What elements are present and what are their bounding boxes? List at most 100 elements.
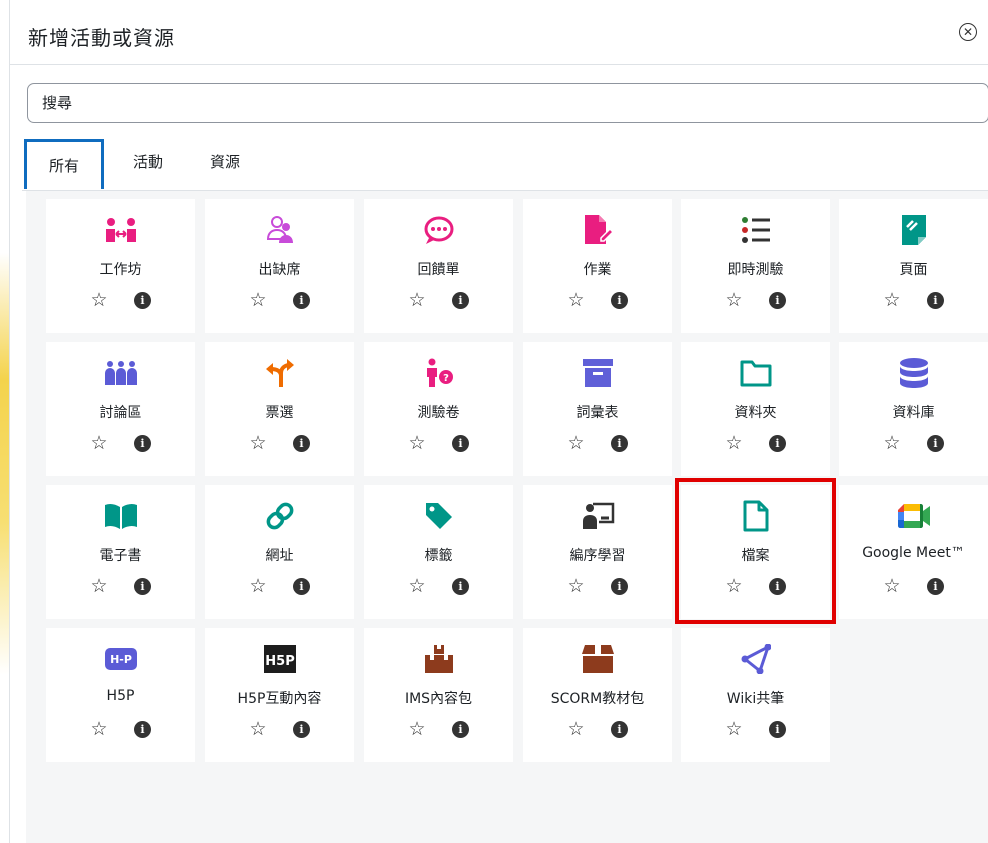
info-icon[interactable]: i — [927, 292, 944, 309]
quiz-list-icon — [739, 213, 773, 247]
star-icon[interactable]: ☆ — [882, 576, 902, 596]
star-icon[interactable]: ☆ — [407, 433, 427, 453]
module-card[interactable]: 電子書 ☆ i — [46, 485, 195, 619]
info-icon[interactable]: i — [293, 292, 310, 309]
module-card[interactable]: 回饋單 ☆ i — [364, 199, 513, 333]
star-icon[interactable]: ☆ — [566, 576, 586, 596]
module-card[interactable]: 網址 ☆ i — [205, 485, 354, 619]
info-icon[interactable]: i — [611, 721, 628, 738]
url-icon — [263, 499, 297, 533]
module-card[interactable]: H-P H5P ☆ i — [46, 628, 195, 762]
module-card[interactable]: Google Meet™ ☆ i — [839, 485, 988, 619]
module-card[interactable]: 資料夾 ☆ i — [681, 342, 830, 476]
feedback-icon — [422, 213, 456, 247]
module-card[interactable]: 出缺席 ☆ i — [205, 199, 354, 333]
star-icon[interactable]: ☆ — [724, 719, 744, 739]
star-icon[interactable]: ☆ — [407, 290, 427, 310]
page-icon — [897, 213, 931, 247]
scorm-package-icon — [581, 642, 615, 676]
module-card[interactable]: 票選 ☆ i — [205, 342, 354, 476]
star-icon[interactable]: ☆ — [89, 576, 109, 596]
module-card[interactable]: Wiki共筆 ☆ i — [681, 628, 830, 762]
info-icon[interactable]: i — [452, 292, 469, 309]
info-icon[interactable]: i — [134, 292, 151, 309]
folder-icon — [739, 356, 773, 390]
tab-all[interactable]: 所有 — [24, 139, 104, 189]
module-card[interactable]: 資料庫 ☆ i — [839, 342, 988, 476]
info-icon[interactable]: i — [611, 292, 628, 309]
star-icon[interactable]: ☆ — [566, 290, 586, 310]
add-activity-modal: 新增活動或資源 ✕ 所有 活動 資源 工作坊☆i出缺席☆i回饋單☆i作業☆i即時… — [9, 0, 988, 843]
header-divider — [10, 64, 988, 65]
star-icon[interactable]: ☆ — [248, 576, 268, 596]
svg-text:?: ? — [443, 373, 449, 384]
star-icon[interactable]: ☆ — [89, 433, 109, 453]
forum-icon — [104, 356, 138, 390]
module-name: 編序學習 — [569, 548, 626, 564]
star-icon[interactable]: ☆ — [724, 433, 744, 453]
module-card[interactable]: H5P H5P互動內容 ☆ i — [205, 628, 354, 762]
search-input[interactable] — [27, 83, 988, 123]
module-card[interactable]: IMS內容包 ☆ i — [364, 628, 513, 762]
module-card[interactable]: 頁面 ☆ i — [839, 199, 988, 333]
label-icon — [422, 499, 456, 533]
module-card[interactable]: 工作坊 ☆ i — [46, 199, 195, 333]
info-icon[interactable]: i — [769, 721, 786, 738]
module-name: 網址 — [265, 548, 294, 564]
info-icon[interactable]: i — [927, 435, 944, 452]
h5p-interactive-icon: H5P — [263, 642, 297, 676]
star-icon[interactable]: ☆ — [566, 433, 586, 453]
star-icon[interactable]: ☆ — [407, 719, 427, 739]
h5p-icon: H-P — [104, 642, 138, 676]
info-icon[interactable]: i — [134, 435, 151, 452]
info-icon[interactable]: i — [611, 435, 628, 452]
info-icon[interactable]: i — [134, 578, 151, 595]
module-card[interactable]: ? 測驗卷 ☆ i — [364, 342, 513, 476]
close-icon[interactable]: ✕ — [959, 23, 977, 41]
star-icon[interactable]: ☆ — [89, 719, 109, 739]
info-icon[interactable]: i — [452, 435, 469, 452]
choice-icon — [263, 356, 297, 390]
info-icon[interactable]: i — [927, 578, 944, 595]
info-icon[interactable]: i — [452, 578, 469, 595]
star-icon[interactable]: ☆ — [248, 433, 268, 453]
module-name: 票選 — [265, 405, 294, 421]
module-card[interactable]: 編序學習 ☆ i — [523, 485, 672, 619]
background-page-edge — [0, 0, 9, 843]
module-name: 出缺席 — [258, 262, 301, 278]
info-icon[interactable]: i — [769, 578, 786, 595]
module-card[interactable]: SCORM教材包 ☆ i — [523, 628, 672, 762]
info-icon[interactable]: i — [134, 721, 151, 738]
star-icon[interactable]: ☆ — [724, 290, 744, 310]
info-icon[interactable]: i — [769, 435, 786, 452]
info-icon[interactable]: i — [452, 721, 469, 738]
star-icon[interactable]: ☆ — [407, 576, 427, 596]
info-icon[interactable]: i — [293, 578, 310, 595]
module-card[interactable]: 檔案 ☆ i — [681, 485, 830, 619]
info-icon[interactable]: i — [293, 435, 310, 452]
star-icon[interactable]: ☆ — [882, 433, 902, 453]
module-card[interactable]: 即時測驗 ☆ i — [681, 199, 830, 333]
tab-bar: 所有 活動 資源 — [22, 139, 988, 191]
info-icon[interactable]: i — [769, 292, 786, 309]
module-card[interactable]: 詞彙表 ☆ i — [523, 342, 672, 476]
module-card[interactable]: 標籤 ☆ i — [364, 485, 513, 619]
module-name: H5P — [106, 688, 135, 704]
info-icon[interactable]: i — [293, 721, 310, 738]
tab-resources[interactable]: 資源 — [210, 151, 240, 172]
star-icon[interactable]: ☆ — [566, 719, 586, 739]
tab-activities[interactable]: 活動 — [133, 151, 163, 172]
module-card[interactable]: 討論區 ☆ i — [46, 342, 195, 476]
star-icon[interactable]: ☆ — [248, 290, 268, 310]
glossary-icon — [581, 356, 615, 390]
star-icon[interactable]: ☆ — [248, 719, 268, 739]
module-card[interactable]: 作業 ☆ i — [523, 199, 672, 333]
star-icon[interactable]: ☆ — [882, 290, 902, 310]
module-name: 回饋單 — [417, 262, 460, 278]
module-name: 工作坊 — [99, 262, 142, 278]
star-icon[interactable]: ☆ — [724, 576, 744, 596]
star-icon[interactable]: ☆ — [89, 290, 109, 310]
module-name: 即時測驗 — [727, 262, 784, 278]
module-name: SCORM教材包 — [550, 691, 645, 707]
info-icon[interactable]: i — [611, 578, 628, 595]
